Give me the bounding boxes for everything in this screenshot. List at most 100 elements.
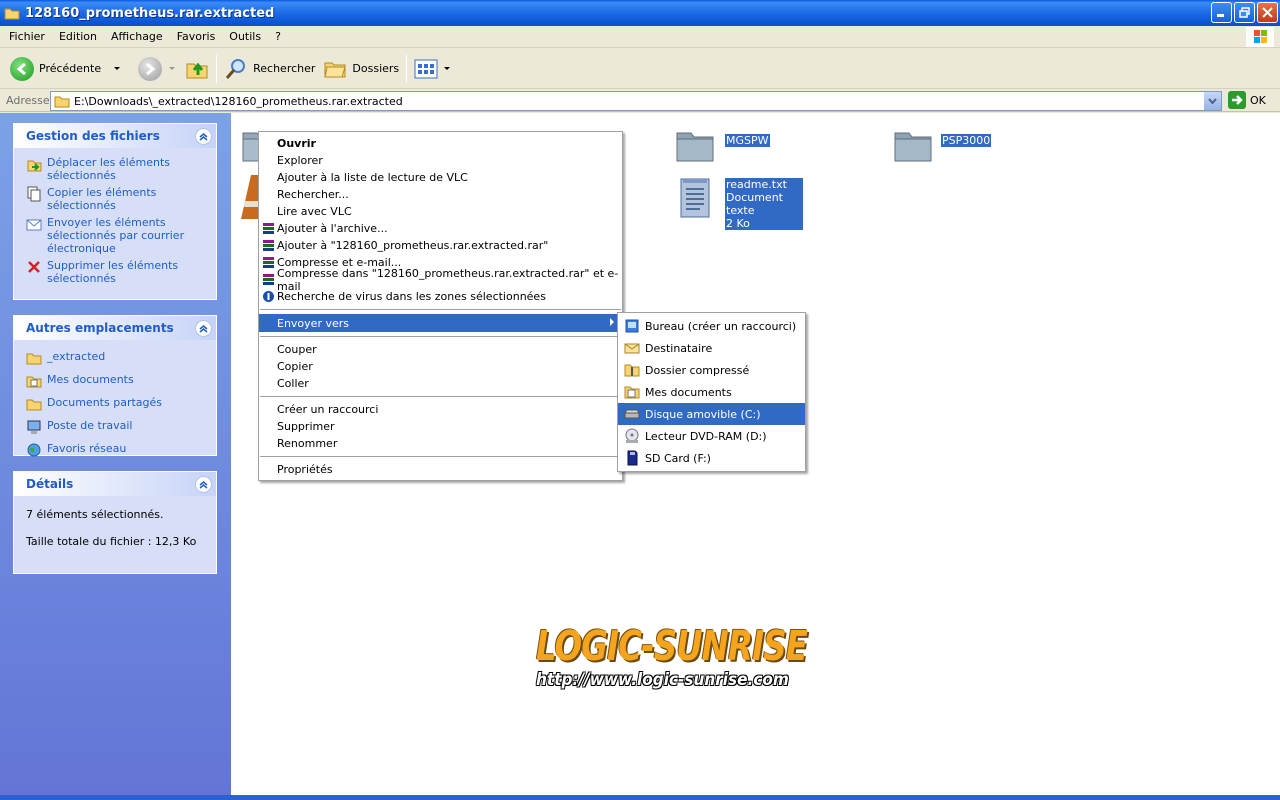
watermark-title: LOGIC-SUNRISE — [536, 622, 808, 670]
collapse-icon[interactable] — [195, 475, 212, 493]
sendto-removable-disk[interactable]: Disque amovible (C:) — [618, 403, 805, 425]
toolbar: Précédente Rechercher Dossiers — [0, 49, 1280, 89]
folder-item-mgspw[interactable]: MGSPW — [675, 125, 770, 163]
close-icon — [1262, 7, 1273, 18]
sendto-sd-card[interactable]: SD Card (F:) — [618, 447, 805, 469]
task-move-label: Déplacer les éléments sélectionnés — [47, 156, 170, 182]
menu-separator — [260, 396, 621, 397]
submenu-arrow-icon — [610, 318, 614, 326]
menu-item-search[interactable]: Rechercher... — [259, 186, 622, 203]
file-tasks-header[interactable]: Gestion des fichiers — [14, 124, 216, 148]
file-type: Document texte — [725, 191, 803, 217]
task-email[interactable]: Envoyer les éléments sélectionnés par co… — [26, 216, 206, 255]
sendto-desktop[interactable]: Bureau (créer un raccourci) — [618, 315, 805, 337]
taskbar-edge — [0, 795, 1280, 800]
network-globe-icon — [27, 443, 41, 457]
sd-card-icon — [627, 450, 638, 466]
place-extracted-label: _extracted — [47, 350, 106, 363]
menu-item-copy[interactable]: Copier — [259, 358, 622, 375]
address-input[interactable]: E:\Downloads\_extracted\128160_prometheu… — [50, 91, 1222, 111]
maximize-button[interactable] — [1234, 2, 1255, 23]
menu-item-add-archive[interactable]: Ajouter à l'archive... — [259, 220, 622, 237]
dropdown-arrow-icon[interactable] — [112, 65, 122, 73]
menu-item-send-to[interactable]: Envoyer vers — [259, 314, 622, 332]
menu-item-create-shortcut[interactable]: Créer un raccourci — [259, 401, 622, 418]
menu-item-open[interactable]: Ouvrir — [259, 135, 622, 152]
menu-item-compress-rar-email[interactable]: Compresse dans "128160_prometheus.rar.ex… — [259, 267, 622, 293]
menu-item-vlc-playlist[interactable]: Ajouter à la liste de lecture de VLC — [259, 169, 622, 186]
up-folder-button[interactable] — [181, 52, 213, 86]
details-title: Détails — [26, 477, 74, 491]
forward-button[interactable] — [134, 52, 181, 86]
copy-icon — [27, 186, 41, 202]
menu-item-play-vlc[interactable]: Lire avec VLC — [259, 203, 622, 220]
sendto-zip-folder[interactable]: Dossier compressé — [618, 359, 805, 381]
details-header[interactable]: Détails — [14, 472, 216, 496]
file-tasks-title: Gestion des fichiers — [26, 129, 160, 143]
menu-item-add-rar[interactable]: Ajouter à "128160_prometheus.rar.extract… — [259, 237, 622, 254]
address-dropdown-button[interactable] — [1204, 92, 1221, 110]
go-arrow-icon — [1228, 91, 1246, 109]
place-my-documents[interactable]: Mes documents — [26, 373, 206, 389]
menu-favorites[interactable]: Favoris — [170, 30, 223, 43]
send-to-submenu: Bureau (créer un raccourci) Destinataire… — [617, 312, 806, 472]
sendto-my-documents[interactable]: Mes documents — [618, 381, 805, 403]
address-bar: Adresse E:\Downloads\_extracted\128160_p… — [0, 90, 1280, 112]
place-network[interactable]: Favoris réseau — [26, 442, 206, 458]
my-documents-icon — [26, 376, 42, 388]
dropdown-arrow-icon — [444, 66, 451, 70]
title-bar[interactable]: 128160_prometheus.rar.extracted — [0, 0, 1280, 26]
folders-button[interactable]: Dossiers — [319, 52, 403, 86]
window-title: 128160_prometheus.rar.extracted — [25, 5, 275, 21]
menu-view[interactable]: Affichage — [104, 30, 170, 43]
search-button[interactable]: Rechercher — [220, 52, 319, 86]
chevron-down-icon — [1208, 98, 1217, 104]
winrar-icon — [263, 274, 274, 285]
close-button[interactable] — [1257, 2, 1278, 23]
details-selected-count: 7 éléments sélectionnés. — [26, 508, 164, 521]
task-delete[interactable]: Supprimer les éléments sélectionnés — [26, 259, 206, 285]
minimize-button[interactable] — [1211, 2, 1232, 23]
menu-help[interactable]: ? — [268, 30, 288, 43]
sendto-dvd-drive[interactable]: Lecteur DVD-RAM (D:) — [618, 425, 805, 447]
other-places-header[interactable]: Autres emplacements — [14, 316, 216, 340]
place-extracted[interactable]: _extracted — [26, 350, 206, 366]
menu-item-cut[interactable]: Couper — [259, 341, 622, 358]
folder-icon — [4, 6, 20, 20]
folder-item-psp3000[interactable]: PSP3000 — [893, 125, 992, 163]
dvd-drive-icon — [625, 428, 639, 443]
menu-item-paste[interactable]: Coller — [259, 375, 622, 392]
sendto-mail-recipient[interactable]: Destinataire — [618, 337, 805, 359]
task-copy[interactable]: Copier les éléments sélectionnés — [26, 186, 206, 212]
removable-drive-icon — [624, 409, 640, 419]
menu-item-properties[interactable]: Propriétés — [259, 461, 622, 478]
delete-x-icon — [28, 261, 40, 273]
toolbar-separator — [216, 54, 218, 83]
collapse-icon[interactable] — [195, 127, 212, 145]
watermark-logo: LOGIC-SUNRISE http://www.logic-sunrise.c… — [536, 622, 808, 690]
details-panel: Détails 7 éléments sélectionnés. Taille … — [13, 471, 217, 574]
menu-item-delete[interactable]: Supprimer — [259, 418, 622, 435]
go-button[interactable]: OK — [1228, 91, 1266, 109]
task-copy-label: Copier les éléments sélectionnés — [47, 186, 157, 212]
views-button[interactable] — [410, 52, 455, 86]
menu-item-explore[interactable]: Explorer — [259, 152, 622, 169]
dropdown-arrow-icon[interactable] — [167, 65, 177, 73]
winrar-icon — [263, 240, 274, 251]
menu-file[interactable]: Fichier — [0, 30, 52, 43]
place-my-computer[interactable]: Poste de travail — [26, 419, 206, 435]
winrar-icon — [263, 223, 274, 234]
back-button[interactable]: Précédente — [6, 52, 126, 86]
file-size: 2 Ko — [725, 217, 803, 230]
menu-tools[interactable]: Outils — [222, 30, 268, 43]
text-document-icon — [680, 178, 710, 218]
address-path: E:\Downloads\_extracted\128160_prometheu… — [74, 94, 403, 108]
menu-edit[interactable]: Edition — [52, 30, 104, 43]
file-item-readme[interactable]: readme.txt Document texte 2 Ko — [677, 175, 803, 230]
task-move[interactable]: Déplacer les éléments sélectionnés — [26, 156, 206, 182]
menu-item-rename[interactable]: Renommer — [259, 435, 622, 452]
collapse-icon[interactable] — [195, 319, 212, 337]
menu-item-virus-scan[interactable]: Recherche de virus dans les zones sélect… — [259, 288, 622, 305]
antivirus-icon — [263, 291, 274, 302]
place-shared-documents[interactable]: Documents partagés — [26, 396, 206, 412]
